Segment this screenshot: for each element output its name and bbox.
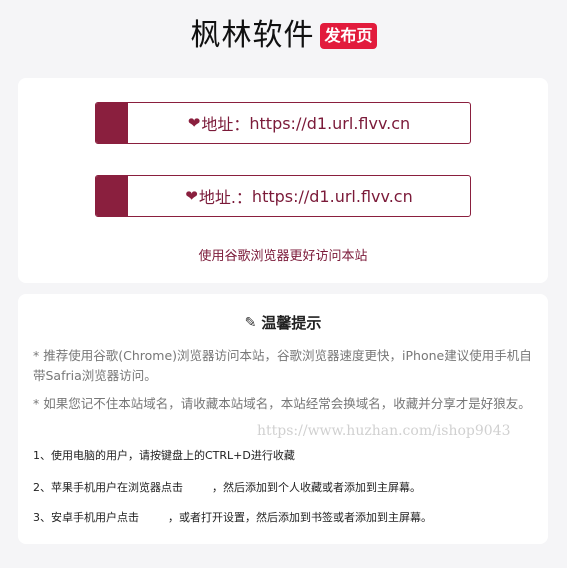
heart-icon: ❤ xyxy=(185,187,198,205)
link-text: ❤ 地址： https://d1.url.flvv.cn xyxy=(128,103,470,143)
tips-card: ✎ 温馨提示 * 推荐使用谷歌(Chrome)浏览器访问本站，谷歌浏览器速度更快… xyxy=(18,294,548,544)
site-title: 枫林软件 xyxy=(190,18,315,53)
tip-step: 3、安卓手机用户点击 ，或者打开设置，然后添加到书签或者添加到主屏幕。 xyxy=(33,510,538,526)
link-accent-bar xyxy=(96,176,128,216)
address-url[interactable]: https://d1.url.flvv.cn xyxy=(249,114,410,133)
tips-heading-text: 温馨提示 xyxy=(261,314,322,332)
tip-paragraph: * 如果您记不住本站域名，请收藏本站域名，本站经常会换域名，收藏并分享才是好狼友… xyxy=(33,396,531,411)
tip-step-text: 3、安卓手机用户点击 xyxy=(33,511,139,524)
heart-icon: ❤ xyxy=(187,114,201,132)
tips-heading: ✎ 温馨提示 xyxy=(18,312,548,333)
browser-hint: 使用谷歌浏览器更好访问本站 xyxy=(198,249,368,264)
pencil-icon: ✎ xyxy=(244,314,257,331)
tip-step-text: 1、使用电脑的用户，请按键盘上的CTRL+D进行收藏 xyxy=(33,449,295,462)
tip-step: 1、使用电脑的用户，请按键盘上的CTRL+D进行收藏 xyxy=(33,448,538,464)
link-text: ❤ 地址.： https://d1.url.flvv.cn xyxy=(128,176,470,216)
tip-step-text: 2、苹果手机用户在浏览器点击 xyxy=(33,481,183,494)
tip-paragraph: * 推荐使用谷歌(Chrome)浏览器访问本站，谷歌浏览器速度更快，iPhone… xyxy=(33,348,532,383)
tip-step-text: ，然后添加到个人收藏或者添加到主屏幕。 xyxy=(212,481,421,494)
page-header: 枫林软件 发布页 xyxy=(0,14,567,58)
address-label: 地址.： xyxy=(198,188,252,207)
link-accent-bar xyxy=(96,103,128,143)
tip-step: 2、苹果手机用户在浏览器点击 ，然后添加到个人收藏或者添加到主屏幕。 xyxy=(33,480,538,496)
address-label: 地址： xyxy=(201,115,250,134)
tip-step-text: ，或者打开设置，然后添加到书签或者添加到主屏幕。 xyxy=(168,511,432,524)
address-link-1[interactable]: ❤ 地址： https://d1.url.flvv.cn xyxy=(95,102,471,144)
release-page-badge: 发布页 xyxy=(320,23,377,49)
address-card: ❤ 地址： https://d1.url.flvv.cn ❤ 地址.： http… xyxy=(18,78,548,283)
address-url[interactable]: https://d1.url.flvv.cn xyxy=(252,187,413,206)
address-link-2[interactable]: ❤ 地址.： https://d1.url.flvv.cn xyxy=(95,175,471,217)
